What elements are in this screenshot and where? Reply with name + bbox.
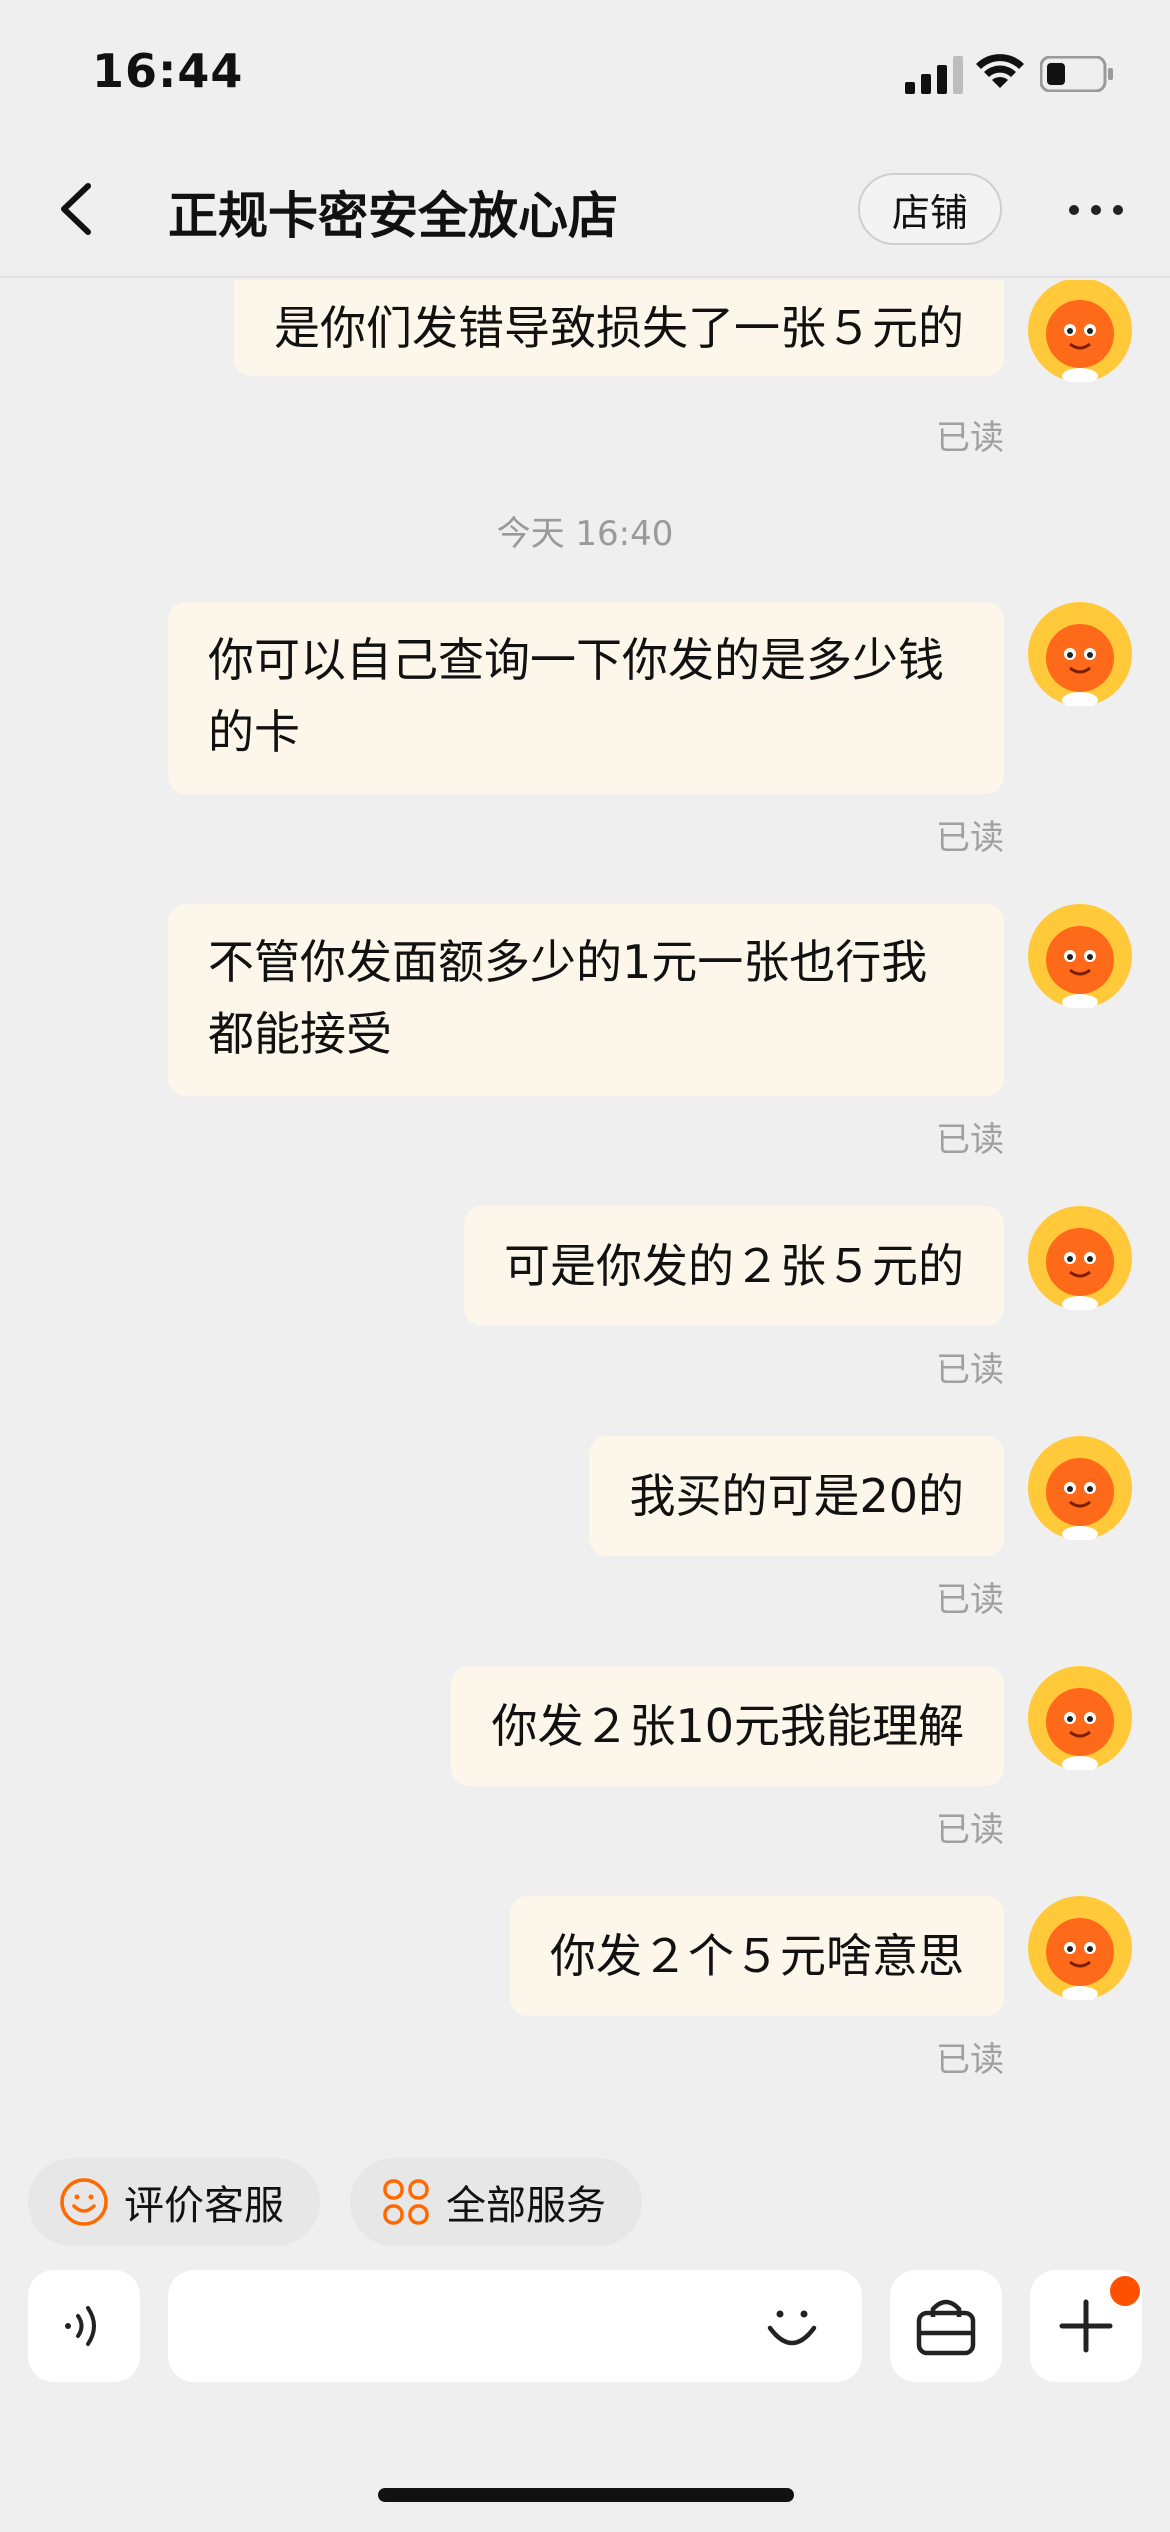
signal-icon	[905, 56, 963, 94]
input-bar	[0, 2270, 1170, 2390]
avatar[interactable]	[1028, 280, 1132, 384]
message-bubble[interactable]: 你发２个５元啥意思	[510, 1896, 1004, 2016]
shopping-bag-button[interactable]	[890, 2270, 1002, 2382]
battery-icon	[1040, 56, 1113, 92]
voice-button[interactable]	[28, 2270, 140, 2382]
notification-dot	[1110, 2276, 1140, 2306]
status-bar: 16:44	[0, 0, 1170, 140]
avatar[interactable]	[1028, 1666, 1132, 1772]
emoji-icon[interactable]	[760, 2294, 824, 2358]
smile-icon	[60, 2178, 108, 2226]
wifi-icon	[976, 54, 1024, 88]
grid-icon	[383, 2179, 429, 2225]
more-icon[interactable]	[1066, 196, 1126, 224]
message-bubble[interactable]: 我买的可是20的	[589, 1436, 1004, 1556]
avatar[interactable]	[1028, 904, 1132, 1010]
rate-service-button[interactable]: 评价客服	[28, 2158, 320, 2246]
timestamp-separator: 今天 16:40	[496, 514, 674, 554]
message-text: 可是你发的２张５元的	[504, 1239, 964, 1293]
read-receipt: 已读	[936, 1580, 1004, 1620]
avatar[interactable]	[1028, 602, 1132, 708]
all-services-button[interactable]: 全部服务	[350, 2158, 642, 2246]
back-arrow-icon[interactable]	[50, 180, 100, 238]
chat-area[interactable]: 是你们发错导致损失了一张５元的 已读 今天 16:40 你可以自己查询一下你发的…	[0, 280, 1170, 2120]
message-input[interactable]	[168, 2270, 862, 2382]
message-text: 是你们发错导致损失了一张５元的	[274, 301, 964, 355]
home-indicator	[378, 2488, 794, 2502]
shopping-bag-icon	[916, 2299, 976, 2356]
message-text: 你发２个５元啥意思	[550, 1929, 964, 1983]
message-bubble[interactable]: 你可以自己查询一下你发的是多少钱的卡	[168, 602, 1004, 794]
message-text: 你发２张10元我能理解	[491, 1699, 964, 1753]
read-receipt: 已读	[936, 1120, 1004, 1160]
message-bubble[interactable]: 你发２张10元我能理解	[451, 1666, 1004, 1786]
read-receipt: 已读	[936, 418, 1004, 458]
shop-button[interactable]: 店铺	[858, 173, 1002, 245]
all-services-label: 全部服务	[446, 2183, 606, 2229]
rate-service-label: 评价客服	[124, 2183, 284, 2229]
message-bubble[interactable]: 不管你发面额多少的1元一张也行我都能接受	[168, 904, 1004, 1096]
message-text: 我买的可是20的	[629, 1469, 964, 1523]
message-bubble[interactable]: 是你们发错导致损失了一张５元的	[234, 280, 1004, 376]
page-title: 正规卡密安全放心店	[168, 187, 618, 245]
read-receipt: 已读	[936, 1350, 1004, 1390]
read-receipt: 已读	[936, 818, 1004, 858]
avatar[interactable]	[1028, 1896, 1132, 2002]
message-text: 你可以自己查询一下你发的是多少钱的卡	[208, 633, 944, 759]
message-bubble[interactable]: 可是你发的２张５元的	[464, 1206, 1004, 1326]
status-time: 16:44	[92, 44, 244, 98]
plus-icon	[1059, 2299, 1113, 2353]
avatar[interactable]	[1028, 1436, 1132, 1542]
chat-header: 正规卡密安全放心店 店铺	[0, 140, 1170, 278]
read-receipt: 已读	[936, 1810, 1004, 1850]
message-text: 不管你发面额多少的1元一张也行我都能接受	[208, 935, 928, 1061]
read-receipt: 已读	[936, 2040, 1004, 2080]
avatar[interactable]	[1028, 1206, 1132, 1312]
quick-actions: 评价客服 全部服务	[0, 2158, 1170, 2248]
voice-icon	[65, 2306, 96, 2346]
